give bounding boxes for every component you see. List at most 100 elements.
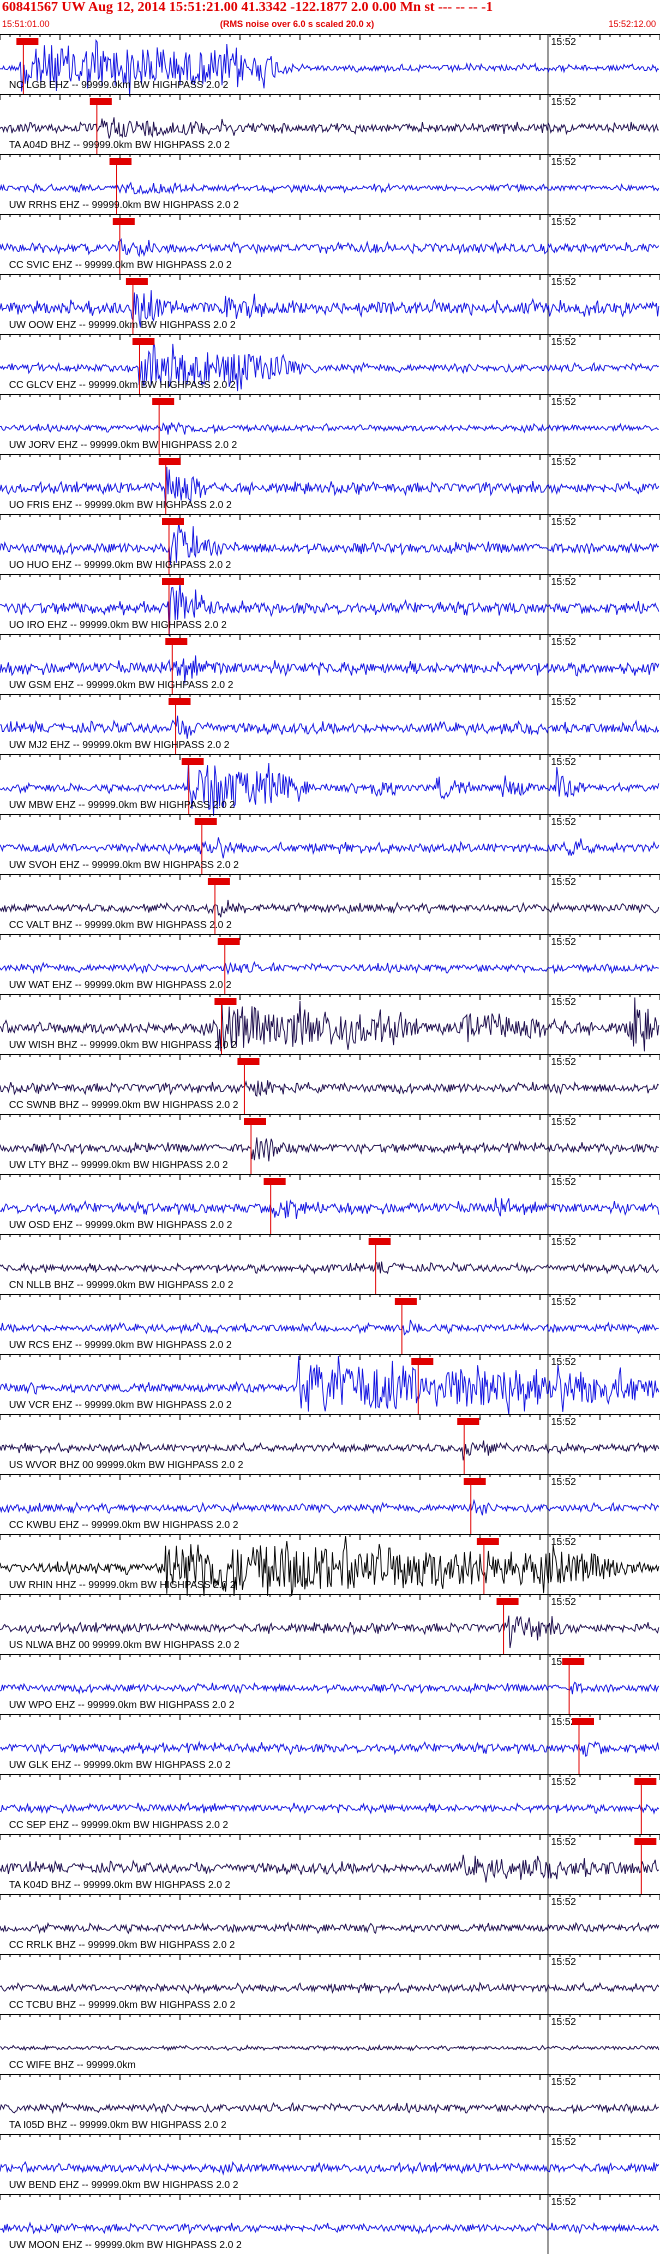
event-title: 60841567 UW Aug 12, 2014 15:51:21.00 41.…	[2, 0, 493, 15]
pick-box	[476, 1538, 499, 1545]
trace-row: 15:52 CC SEP EHZ -- 99999.0km BW HIGHPASS…	[0, 1774, 660, 1834]
minute-label: 15:52	[551, 157, 576, 168]
station-label: CC KWBU EHZ -- 99999.0km BW HIGHPASS 2.0…	[9, 1520, 239, 1531]
trace-row: 15:52 TA K04D BHZ -- 99999.0km BW HIGHPAS…	[0, 1834, 660, 1894]
station-label: UW WISH BHZ -- 99999.0km BW HIGHPASS 2.0…	[9, 1040, 237, 1051]
waveform-trace	[0, 1854, 660, 1883]
station-label: UW BEND EHZ -- 99999.0km BW HIGHPASS 2.0…	[9, 2180, 239, 2191]
station-label: UO IRO EHZ -- 99999.0km BW HIGHPASS 2.0 …	[9, 620, 227, 631]
minute-label: 15:52	[551, 757, 576, 768]
trace-row: 15:52 UO FRIS EHZ -- 99999.0km BW HIGHPAS…	[0, 454, 660, 514]
trace-row: 15:52 CC GLCV EHZ -- 99999.0km BW HIGHPAS…	[0, 334, 660, 394]
trace-row: 15:52 UW WAT EHZ -- 99999.0km BW HIGHPASS…	[0, 934, 660, 994]
pick-box	[181, 758, 204, 765]
station-label: UW OOW EHZ -- 99999.0km BW HIGHPASS 2.0 …	[9, 320, 236, 331]
trace-row: 15:52 TA A04D BHZ -- 99999.0km BW HIGHPAS…	[0, 94, 660, 154]
pick-box	[572, 1718, 594, 1725]
minute-label: 15:52	[551, 577, 576, 588]
trace-row: 15:52 CC VALT BHZ -- 99999.0km BW HIGHPAS…	[0, 874, 660, 934]
waveform-trace	[0, 117, 659, 139]
waveform-trace	[0, 1197, 660, 1219]
waveform-trace	[0, 1801, 660, 1815]
trace-row: 15:52 UW MJ2 EHZ -- 99999.0km BW HIGHPASS…	[0, 694, 660, 754]
station-label: UW RHIN HHZ -- 99999.0km BW HIGHPASS 2.0…	[9, 1580, 236, 1591]
minute-label: 15:52	[551, 2137, 576, 2148]
minute-label: 15:52	[551, 1777, 576, 1788]
station-label: UO FRIS EHZ -- 99999.0km BW HIGHPASS 2.0…	[9, 500, 232, 511]
minute-label: 15:52	[551, 1957, 576, 1968]
trace-row: 15:52 UW VCR EHZ -- 99999.0km BW HIGHPASS…	[0, 1354, 660, 1415]
minute-label: 15:52	[551, 1837, 576, 1848]
waveform-trace	[0, 1440, 660, 1461]
pick-box	[158, 458, 181, 465]
waveform-trace	[0, 837, 660, 859]
pick-box	[634, 1778, 657, 1785]
trace-row: 15:52 CN NLLB BHZ -- 99999.0km BW HIGHPAS…	[0, 1234, 660, 1294]
minute-label: 15:52	[551, 1357, 576, 1368]
trace-row: 15:52 US NLWA BHZ 00 99999.0km BW HIGHPAS…	[0, 1594, 660, 1654]
minute-label: 15:52	[551, 697, 576, 708]
waveform-trace	[0, 899, 660, 918]
waveform-trace	[0, 181, 660, 195]
waveform-trace	[0, 1319, 659, 1336]
trace-row: 15:52 UW RRHS EHZ -- 99999.0km BW HIGHPAS…	[0, 154, 660, 214]
waveform-trace	[0, 237, 660, 258]
station-label: CC SEP EHZ -- 99999.0km BW HIGHPASS 2.0 …	[9, 1820, 229, 1831]
station-label: UW WPO EHZ -- 99999.0km BW HIGHPASS 2.0 …	[9, 1700, 235, 1711]
trace-row: 15:52 UW RCS EHZ -- 99999.0km BW HIGHPASS…	[0, 1294, 660, 1354]
station-label: UW VCR EHZ -- 99999.0km BW HIGHPASS 2.0 …	[9, 1400, 232, 1411]
station-label: CC SVIC EHZ -- 99999.0km BW HIGHPASS 2.0…	[9, 260, 232, 271]
station-label: UW RCS EHZ -- 99999.0km BW HIGHPASS 2.0 …	[9, 1340, 232, 1351]
pick-box	[132, 338, 155, 345]
pick-box	[168, 698, 191, 705]
minute-label: 15:52	[551, 1057, 576, 1068]
station-label: UW MBW EHZ -- 99999.0km BW HIGHPASS 2.0 …	[9, 800, 235, 811]
pick-box	[125, 278, 148, 285]
pick-box	[112, 218, 135, 225]
pick-box	[368, 1238, 391, 1245]
trace-row: 15:52 UW SVOH EHZ -- 99999.0km BW HIGHPAS…	[0, 814, 660, 874]
minute-label: 15:52	[551, 877, 576, 888]
pick-box	[214, 998, 237, 1005]
trace-row: 15:52 CC TCBU BHZ -- 99999.0km BW HIGHPAS…	[0, 1954, 660, 2014]
trace-row: 15:52 UW LTY BHZ -- 99999.0km BW HIGHPASS…	[0, 1114, 660, 1174]
station-label: CC VALT BHZ -- 99999.0km BW HIGHPASS 2.0…	[9, 920, 232, 931]
pick-box	[152, 398, 175, 405]
minute-label: 15:52	[551, 1477, 576, 1488]
minute-label: 15:52	[551, 517, 576, 528]
minute-label: 15:52	[551, 1117, 576, 1128]
station-label: US WVOR BHZ 00 99999.0km BW HIGHPASS 2.0…	[9, 1460, 244, 1471]
pick-box	[16, 38, 39, 45]
pick-box	[109, 158, 132, 165]
trace-row: 15:52 UW RHIN HHZ -- 99999.0km BW HIGHPAS…	[0, 1534, 660, 1597]
minute-label: 15:52	[551, 817, 576, 828]
trace-row: 15:52UW GLK EHZ -- 99999.0km BW HIGHPASS…	[0, 1714, 660, 1774]
waveform-trace	[0, 715, 660, 739]
pick-box	[463, 1478, 486, 1485]
station-label: CN NLLB BHZ -- 99999.0km BW HIGHPASS 2.0…	[9, 1280, 234, 1291]
station-label: UW MOON EHZ -- 99999.0km BW HIGHPASS 2.0…	[9, 2240, 242, 2251]
station-label: UW MJ2 EHZ -- 99999.0km BW HIGHPASS 2.0 …	[9, 740, 230, 751]
pick-box	[89, 98, 112, 105]
waveform-trace	[0, 2221, 660, 2235]
station-label: UW OSD EHZ -- 99999.0km BW HIGHPASS 2.0 …	[9, 1220, 233, 1231]
minute-label: 15:52	[551, 997, 576, 1008]
minute-label: 15:52	[551, 1417, 576, 1428]
station-label: CC TCBU BHZ -- 99999.0km BW HIGHPASS 2.0…	[9, 2000, 236, 2011]
waveform-trace	[0, 2161, 660, 2176]
station-label: CC WIFE BHZ -- 99999.0km	[9, 2060, 136, 2071]
waveform-trace	[0, 1080, 660, 1097]
waveform-trace	[0, 421, 659, 435]
trace-row: 15:52UW WPO EHZ -- 99999.0km BW HIGHPASS…	[0, 1654, 660, 1714]
minute-label: 15:52	[551, 1537, 576, 1548]
seismogram-header: 60841567 UW Aug 12, 2014 15:51:21.00 41.…	[0, 0, 660, 34]
waveform-trace	[0, 960, 659, 976]
waveform-trace	[0, 1681, 660, 1695]
trace-row: 15:52 CC SWNB BHZ -- 99999.0km BW HIGHPAS…	[0, 1054, 660, 1114]
pick-box	[162, 578, 184, 585]
minute-label: 15:52	[551, 37, 576, 48]
pick-box	[165, 638, 188, 645]
station-label: UW GLK EHZ -- 99999.0km BW HIGHPASS 2.0 …	[9, 1760, 231, 1771]
trace-row: 15:52 TA I05D BHZ -- 99999.0km BW HIGHPAS…	[0, 2074, 660, 2134]
waveform-trace	[0, 1137, 659, 1162]
